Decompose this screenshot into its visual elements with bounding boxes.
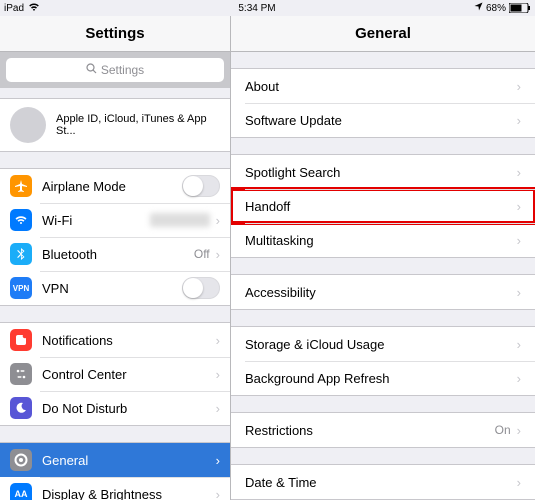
notifications-icon	[10, 329, 32, 351]
chevron-right-icon: ›	[517, 233, 521, 248]
avatar	[10, 107, 46, 143]
bluetooth-label: Bluetooth	[42, 247, 194, 262]
battery-pct: 68%	[486, 3, 506, 14]
search-input[interactable]: Settings	[6, 58, 224, 82]
chevron-right-icon: ›	[216, 487, 220, 500]
bluetooth-icon	[10, 243, 32, 265]
device-label: iPad	[4, 3, 24, 14]
airplane-switch[interactable]	[182, 175, 220, 197]
handoff-label: Handoff	[245, 199, 517, 214]
accessibility-label: Accessibility	[245, 285, 517, 300]
bluetooth-value: Off	[194, 247, 210, 261]
search-placeholder: Settings	[101, 63, 144, 77]
sidebar-title: Settings	[0, 16, 230, 52]
apple-id-row[interactable]: Apple ID, iCloud, iTunes & App St...	[0, 99, 230, 151]
date-time-label: Date & Time	[245, 475, 517, 490]
detail-pane: General About› Software Update› Spotligh…	[231, 16, 535, 500]
airplane-row[interactable]: Airplane Mode	[0, 169, 230, 203]
control-center-icon	[10, 363, 32, 385]
chevron-right-icon: ›	[216, 213, 220, 228]
multitasking-row[interactable]: Multitasking›	[231, 223, 535, 257]
background-refresh-row[interactable]: Background App Refresh›	[231, 361, 535, 395]
about-label: About	[245, 79, 517, 94]
general-label: General	[42, 453, 216, 468]
software-update-row[interactable]: Software Update›	[231, 103, 535, 137]
chevron-right-icon: ›	[517, 165, 521, 180]
search-icon	[86, 63, 97, 77]
vpn-row[interactable]: VPN VPN	[0, 271, 230, 305]
moon-icon	[10, 397, 32, 419]
dnd-label: Do Not Disturb	[42, 401, 216, 416]
bluetooth-row[interactable]: Bluetooth Off ›	[0, 237, 230, 271]
battery-icon	[509, 3, 531, 13]
display-icon: AA	[10, 483, 32, 500]
wifi-icon	[28, 2, 40, 15]
chevron-right-icon: ›	[216, 333, 220, 348]
chevron-right-icon: ›	[517, 423, 521, 438]
display-row[interactable]: AA Display & Brightness ›	[0, 477, 230, 500]
chevron-right-icon: ›	[517, 337, 521, 352]
spotlight-row[interactable]: Spotlight Search›	[231, 155, 535, 189]
handoff-row[interactable]: Handoff›	[231, 189, 535, 223]
clock: 5:34 PM	[238, 3, 275, 14]
wifi-settings-icon	[10, 209, 32, 231]
control-center-row[interactable]: Control Center ›	[0, 357, 230, 391]
wifi-value-redacted	[150, 213, 210, 227]
notifications-row[interactable]: Notifications ›	[0, 323, 230, 357]
chevron-right-icon: ›	[517, 371, 521, 386]
display-label: Display & Brightness	[42, 487, 216, 500]
status-bar: iPad 5:34 PM 68%	[0, 0, 535, 16]
notifications-label: Notifications	[42, 333, 216, 348]
dnd-row[interactable]: Do Not Disturb ›	[0, 391, 230, 425]
detail-title: General	[231, 16, 535, 52]
chevron-right-icon: ›	[517, 475, 521, 490]
restrictions-row[interactable]: RestrictionsOn ›	[231, 413, 535, 447]
gear-icon	[10, 449, 32, 471]
storage-row[interactable]: Storage & iCloud Usage›	[231, 327, 535, 361]
chevron-right-icon: ›	[216, 367, 220, 382]
chevron-right-icon: ›	[517, 199, 521, 214]
vpn-label: VPN	[42, 281, 182, 296]
chevron-right-icon: ›	[216, 453, 220, 468]
chevron-right-icon: ›	[517, 113, 521, 128]
airplane-icon	[10, 175, 32, 197]
settings-sidebar: Settings Settings Apple ID, iCloud, iTun…	[0, 16, 231, 500]
multitasking-label: Multitasking	[245, 233, 517, 248]
apple-id-label: Apple ID, iCloud, iTunes & App St...	[56, 113, 220, 137]
chevron-right-icon: ›	[216, 401, 220, 416]
date-time-row[interactable]: Date & Time›	[231, 465, 535, 499]
chevron-right-icon: ›	[517, 285, 521, 300]
storage-label: Storage & iCloud Usage	[245, 337, 517, 352]
chevron-right-icon: ›	[517, 79, 521, 94]
search-wrap: Settings	[0, 52, 230, 88]
vpn-icon: VPN	[10, 277, 32, 299]
spotlight-label: Spotlight Search	[245, 165, 517, 180]
wifi-label: Wi-Fi	[42, 213, 150, 228]
vpn-switch[interactable]	[182, 277, 220, 299]
wifi-row[interactable]: Wi-Fi ›	[0, 203, 230, 237]
about-row[interactable]: About›	[231, 69, 535, 103]
general-row[interactable]: General ›	[0, 443, 230, 477]
software-update-label: Software Update	[245, 113, 517, 128]
airplane-label: Airplane Mode	[42, 179, 182, 194]
control-center-label: Control Center	[42, 367, 216, 382]
accessibility-row[interactable]: Accessibility›	[231, 275, 535, 309]
background-refresh-label: Background App Refresh	[245, 371, 517, 386]
restrictions-value: On	[495, 423, 511, 437]
restrictions-label: Restrictions	[245, 423, 495, 438]
chevron-right-icon: ›	[216, 247, 220, 262]
location-icon	[474, 2, 483, 14]
